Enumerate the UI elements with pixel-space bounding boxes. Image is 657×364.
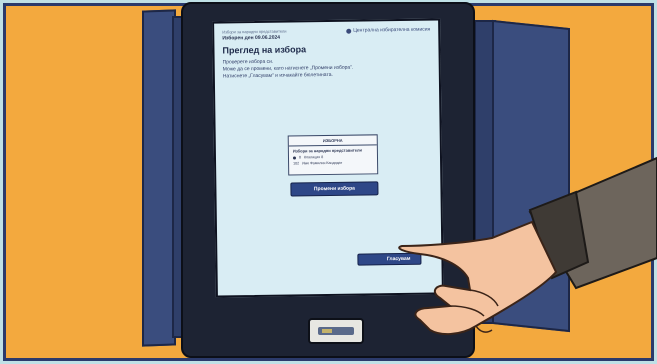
change-selection-button[interactable]: Промени избора: [290, 181, 379, 197]
card-slot[interactable]: [308, 318, 364, 344]
selected-mark-icon: [292, 155, 297, 159]
voter-hand-illustration: [398, 156, 657, 336]
election-type-label: Избори за народни представители: [222, 28, 287, 35]
card-chip-icon: [322, 329, 332, 333]
ballot-row-label: Коалиция 8: [303, 155, 324, 160]
brand-logo: Централна избирателна комисия: [346, 27, 430, 34]
hand-shape: [398, 220, 558, 336]
ballot-row-number: 8: [298, 155, 302, 160]
brand-logo-icon: [346, 28, 352, 34]
instruction-line-3: Натиснете „Гласувам“ и изчакайте бюлетин…: [222, 71, 333, 80]
ballot-row-number: 102: [293, 161, 300, 166]
privacy-panel-left: [142, 9, 176, 347]
ballot-row: 102 Име Фамилия Кандидат: [289, 159, 377, 166]
page-title: Преглед на избора: [222, 44, 307, 56]
ballot-row-label: Име Фамилия Кандидат: [302, 160, 343, 166]
election-date-label: Изборен ден 09.06.2024: [222, 34, 281, 42]
ballot-summary-card: ИЗБОРНА Избори за народни представители …: [287, 134, 379, 176]
brand-text: Централна избирателна комисия: [353, 26, 431, 34]
